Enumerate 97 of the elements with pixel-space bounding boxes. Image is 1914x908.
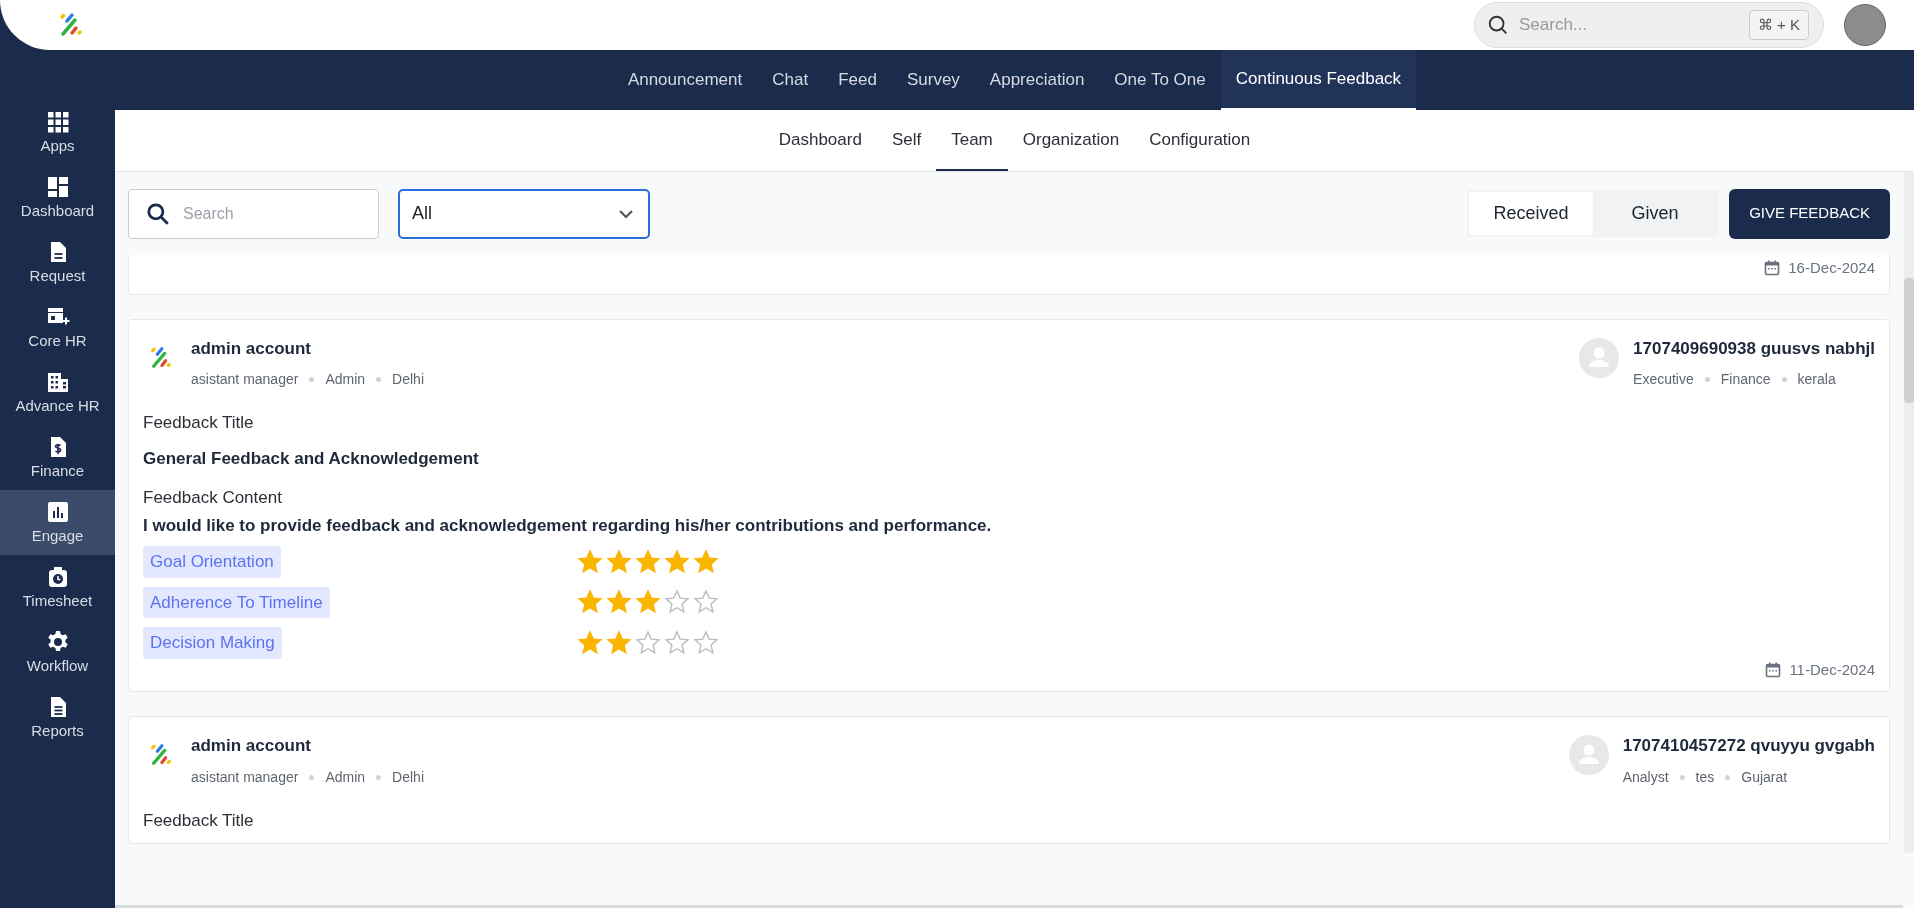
nav-tab[interactable]: Chat bbox=[757, 50, 824, 110]
sidebar-label: Advance HR bbox=[15, 397, 100, 415]
sidebar-item[interactable]: Apps bbox=[0, 100, 115, 165]
logo-icon[interactable] bbox=[58, 12, 84, 38]
star-filled-icon bbox=[606, 548, 632, 575]
toggle-option[interactable]: Given bbox=[1593, 192, 1718, 235]
feedback-content: I would like to provide feedback and acknowledgement regarding his/her contributions and performance. bbox=[143, 514, 993, 537]
person-detail: Executive bbox=[1633, 370, 1694, 389]
criterion-tag: Goal Orientation bbox=[143, 546, 281, 578]
star-filled-icon bbox=[606, 629, 632, 656]
star-empty-icon bbox=[635, 629, 661, 656]
field-label: Feedback Content bbox=[143, 487, 283, 509]
person-name: 1707409690938 guusvs nabhjl bbox=[1633, 337, 1875, 360]
sub-tab[interactable]: Self bbox=[876, 110, 937, 171]
search-icon bbox=[1487, 14, 1509, 36]
chevron-down-icon bbox=[618, 208, 634, 219]
person-detail: Delhi bbox=[392, 767, 424, 787]
search-input[interactable]: Search bbox=[183, 201, 378, 226]
feedback-date: 16-Dec-2024 bbox=[1788, 258, 1875, 278]
person-detail: Analyst bbox=[1622, 767, 1669, 787]
scrollbar-thumb[interactable] bbox=[1904, 278, 1914, 403]
shortcut-key: ⌘ + K bbox=[1748, 9, 1809, 41]
star-filled-icon bbox=[635, 548, 661, 575]
star-empty-icon bbox=[664, 589, 690, 616]
field-label: Feedback Title bbox=[143, 412, 255, 434]
search-icon bbox=[145, 200, 171, 227]
sub-tab[interactable]: Configuration bbox=[1134, 110, 1266, 171]
person-detail: Admin bbox=[325, 370, 366, 389]
sidebar-item[interactable]: Timesheet bbox=[0, 555, 115, 620]
sidebar-label: Finance bbox=[30, 462, 85, 480]
sidebar-label: Workflow bbox=[26, 657, 89, 675]
calendar-icon bbox=[1765, 661, 1782, 678]
filter-dropdown[interactable]: All bbox=[398, 188, 650, 239]
person-detail: Gujarat bbox=[1741, 767, 1788, 787]
person-name: 1707410457272 qvuyyu gvgabh bbox=[1622, 735, 1875, 757]
toggle-option[interactable]: Received bbox=[1469, 192, 1594, 235]
nav-tab[interactable]: Survey bbox=[891, 50, 975, 110]
global-search-input: Search... bbox=[1519, 12, 1739, 38]
sidebar-item[interactable]: Workflow bbox=[0, 620, 115, 685]
sidebar-item[interactable]: Finance bbox=[0, 425, 115, 490]
sidebar-label: Request bbox=[29, 267, 86, 285]
sidebar-item[interactable]: Engage bbox=[0, 490, 115, 555]
nav-tab[interactable]: Feed bbox=[823, 50, 892, 110]
field-label: Feedback Title bbox=[143, 809, 255, 832]
sidebar-label: Reports bbox=[31, 722, 84, 740]
sidebar-item[interactable]: Reports bbox=[0, 685, 115, 750]
person-detail: kerala bbox=[1797, 370, 1836, 389]
sub-tab[interactable]: Dashboard bbox=[763, 110, 877, 171]
star-filled-icon bbox=[577, 548, 603, 575]
dashboard-icon bbox=[45, 175, 70, 199]
sidebar-item[interactable]: Advance HR bbox=[0, 360, 115, 425]
person-detail: asistant manager bbox=[191, 767, 299, 787]
person-name: admin account bbox=[191, 735, 312, 757]
sidebar-label: Core HR bbox=[28, 332, 87, 350]
grid-icon bbox=[45, 110, 70, 134]
star-empty-icon bbox=[664, 629, 690, 656]
star-filled-icon bbox=[577, 629, 603, 656]
star-empty-icon bbox=[693, 589, 719, 616]
star-filled-icon bbox=[664, 548, 690, 575]
sidebar-label: Dashboard bbox=[20, 202, 95, 220]
nav-tab[interactable]: Appreciation bbox=[974, 50, 1100, 110]
star-filled-icon bbox=[693, 548, 719, 575]
sidebar-item[interactable]: Core HR bbox=[0, 295, 115, 360]
star-filled-icon bbox=[577, 589, 603, 616]
gear-icon bbox=[45, 630, 70, 654]
bar-chart-icon bbox=[45, 500, 70, 524]
logo-icon bbox=[149, 743, 173, 767]
star-filled-icon bbox=[635, 589, 661, 616]
logo-icon bbox=[149, 345, 173, 370]
star-filled-icon bbox=[606, 589, 632, 616]
person-detail: tes bbox=[1695, 767, 1715, 787]
feedback-title: General Feedback and Acknowledgement bbox=[143, 447, 480, 470]
star-empty-icon bbox=[693, 629, 719, 656]
sidebar-label: Apps bbox=[40, 137, 75, 155]
nav-tab[interactable]: Announcement bbox=[612, 50, 758, 110]
sidebar-item[interactable]: Request bbox=[0, 230, 115, 295]
user-avatar[interactable] bbox=[1844, 4, 1886, 46]
nav-tab[interactable]: Continuous Feedback bbox=[1220, 50, 1417, 110]
nav-tab[interactable]: One To One bbox=[1099, 50, 1221, 110]
criterion-tag: Adherence To Timeline bbox=[143, 586, 330, 618]
sidebar-label: Engage bbox=[31, 527, 84, 545]
person-detail: Admin bbox=[325, 767, 366, 787]
calendar-icon bbox=[1764, 260, 1781, 277]
person-name: admin account bbox=[191, 337, 312, 360]
feedback-date: 11-Dec-2024 bbox=[1789, 659, 1875, 680]
building-icon bbox=[45, 370, 70, 394]
person-detail: asistant manager bbox=[191, 370, 299, 389]
global-search-field[interactable]: Search... ⌘ + K bbox=[1474, 2, 1824, 48]
give-feedback-button[interactable]: GIVE FEEDBACK bbox=[1729, 188, 1890, 239]
person-detail: Delhi bbox=[392, 370, 424, 389]
search-field[interactable]: Search bbox=[128, 188, 379, 239]
person-detail: Finance bbox=[1720, 370, 1771, 389]
sidebar-label: Timesheet bbox=[22, 592, 93, 610]
sub-tab[interactable]: Organization bbox=[1007, 110, 1135, 171]
sub-tab[interactable]: Team bbox=[936, 110, 1008, 171]
sidebar-item[interactable]: Dashboard bbox=[0, 165, 115, 230]
criterion-tag: Decision Making bbox=[143, 627, 282, 659]
